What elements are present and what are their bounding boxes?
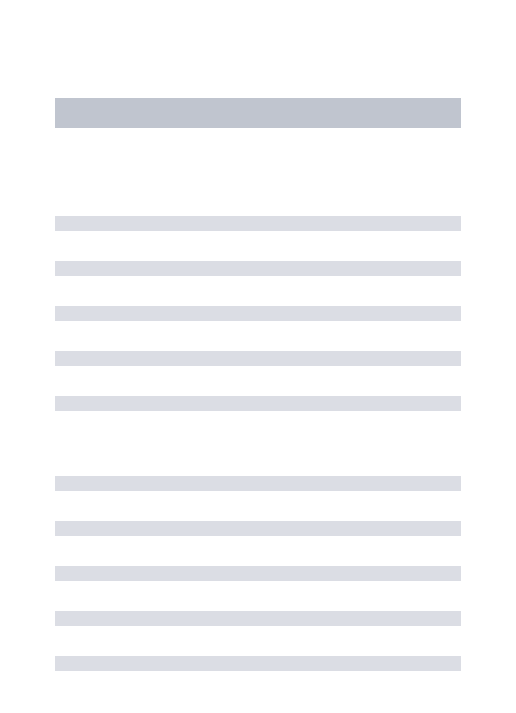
text-line-placeholder (55, 396, 461, 411)
title-bar (55, 98, 461, 128)
text-line-placeholder (55, 351, 461, 366)
text-line-placeholder (55, 611, 461, 626)
text-line-placeholder (55, 656, 461, 671)
text-line-placeholder (55, 306, 461, 321)
text-line-placeholder (55, 216, 461, 231)
text-line-placeholder (55, 566, 461, 581)
text-line-placeholder (55, 261, 461, 276)
text-line-placeholder (55, 476, 461, 491)
text-line-placeholder (55, 521, 461, 536)
